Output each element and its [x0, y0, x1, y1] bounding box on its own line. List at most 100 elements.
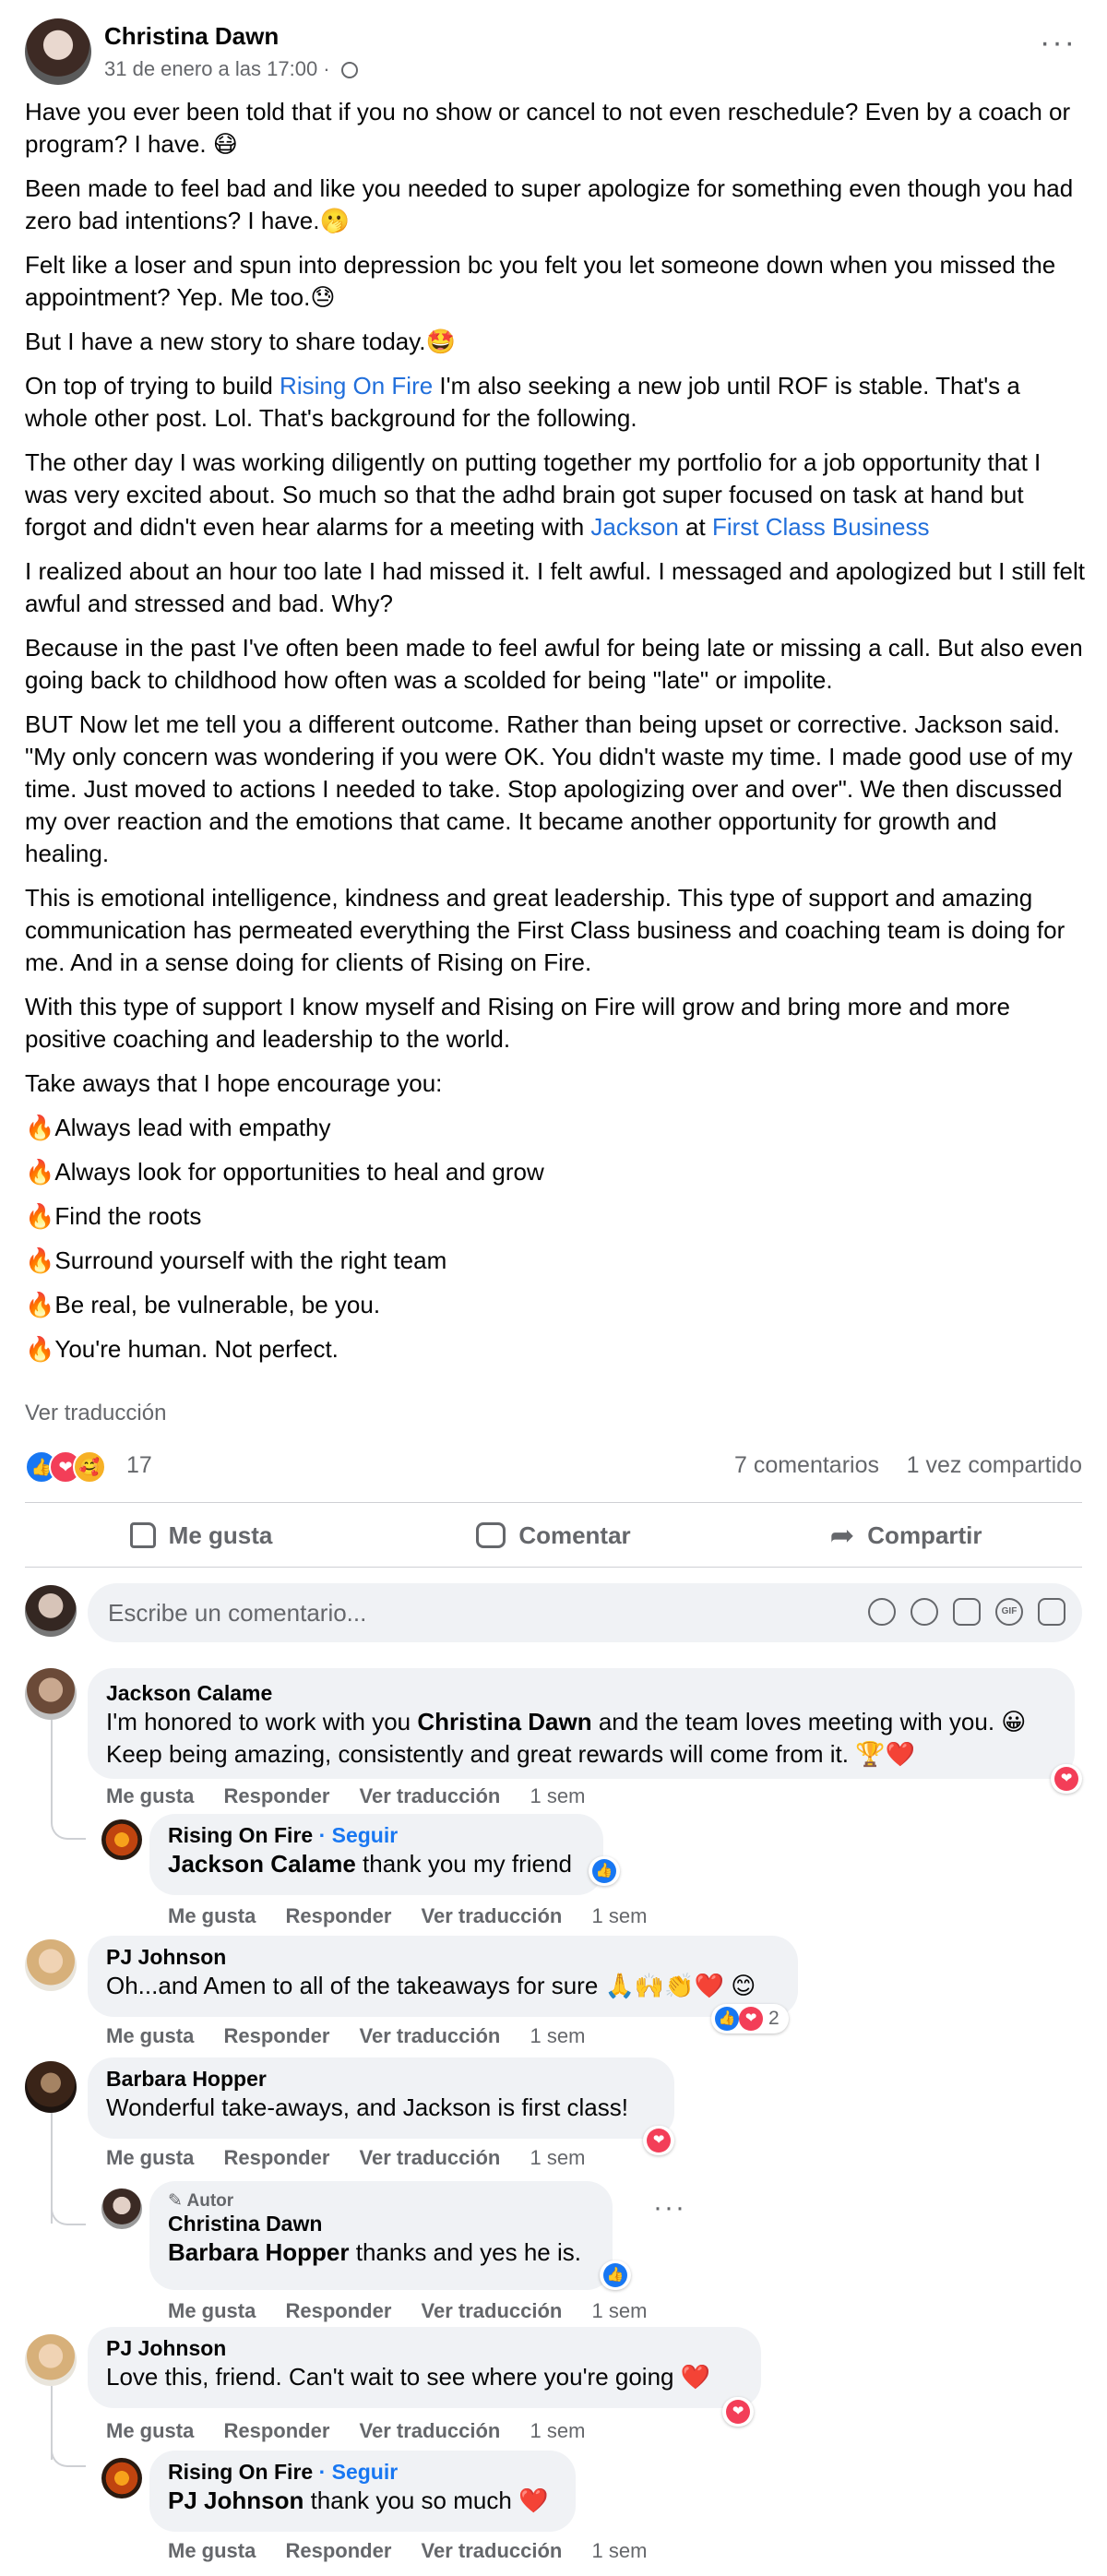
reply-link[interactable]: Responder: [223, 1784, 329, 1807]
post-timestamp[interactable]: 31 de enero a las 17:00 ·: [104, 57, 330, 80]
commenter-name[interactable]: Jackson Calame: [106, 1681, 1056, 1706]
more-options-button[interactable]: ···: [1034, 24, 1082, 61]
like-comment-link[interactable]: Me gusta: [168, 1904, 256, 1927]
like-comment-link[interactable]: Me gusta: [168, 2539, 256, 2562]
commenter-name[interactable]: Barbara Hopper: [106, 2067, 656, 2092]
thumbs-up-icon: [129, 1522, 156, 1548]
avatar-sticker-icon[interactable]: [868, 1598, 896, 1626]
comment-icon: [476, 1522, 506, 1548]
avatar[interactable]: [25, 1939, 77, 1991]
comment-reactions[interactable]: ❤: [643, 2126, 674, 2155]
comment-time[interactable]: 1 sem: [530, 2024, 586, 2047]
comment-time[interactable]: 1 sem: [592, 2539, 648, 2562]
sticker-icon[interactable]: [1038, 1598, 1065, 1626]
like-comment-link[interactable]: Me gusta: [106, 2024, 194, 2047]
follow-link[interactable]: · Seguir: [319, 1823, 399, 1847]
comment-time[interactable]: 1 sem: [530, 1784, 586, 1807]
avatar[interactable]: [25, 2061, 77, 2113]
post-header: Christina Dawn 31 de enero a las 17:00 ·…: [25, 18, 1082, 89]
translate-link[interactable]: Ver traducción: [360, 1784, 501, 1807]
reply-link[interactable]: Responder: [285, 2539, 391, 2562]
comment-reactions[interactable]: ❤: [1051, 1764, 1082, 1794]
commenter-name[interactable]: Rising On Fire: [168, 2460, 313, 2484]
shares-count[interactable]: 1 vez compartido: [907, 1452, 1082, 1479]
reply-link[interactable]: Responder: [223, 2024, 329, 2047]
commenter-name[interactable]: Christina Dawn: [168, 2212, 594, 2236]
avatar[interactable]: [101, 1819, 142, 1860]
reply-link[interactable]: Responder: [223, 2146, 329, 2169]
current-user-avatar[interactable]: [25, 1585, 77, 1637]
reply-link[interactable]: Responder: [223, 2419, 329, 2442]
see-translation-link[interactable]: Ver traducción: [25, 1401, 166, 1426]
author-avatar[interactable]: [25, 18, 91, 85]
author-name[interactable]: Christina Dawn: [104, 22, 279, 51]
commenter-name[interactable]: PJ Johnson: [106, 1945, 780, 1970]
avatar[interactable]: [101, 2188, 142, 2229]
comment-reactions[interactable]: ❤: [722, 2397, 754, 2427]
takeaway-item: 🔥Always lead with empathy: [25, 1112, 1086, 1144]
comment-bubble: PJ Johnson Love this, friend. Can't wait…: [88, 2327, 761, 2408]
reply-link[interactable]: Responder: [285, 2299, 391, 2322]
comments-count[interactable]: 7 comentarios: [734, 1452, 879, 1479]
camera-icon[interactable]: [953, 1598, 981, 1626]
comment-time[interactable]: 1 sem: [592, 1904, 648, 1927]
comment-text: I'm honored to work with you Christina D…: [106, 1706, 1056, 1771]
post-body: Have you ever been told that if you no s…: [25, 96, 1086, 1377]
first-class-business-link[interactable]: First Class Business: [712, 513, 930, 541]
like-button[interactable]: Me gusta: [25, 1506, 377, 1565]
post-paragraph: BUT Now let me tell you a different outc…: [25, 710, 1073, 867]
mention[interactable]: Barbara Hopper: [168, 2238, 350, 2266]
post-paragraph: Take aways that I hope encourage you:: [25, 1069, 443, 1097]
commenter-name[interactable]: Rising On Fire: [168, 1823, 313, 1847]
mention[interactable]: Jackson Calame: [168, 1850, 356, 1878]
like-comment-link[interactable]: Me gusta: [106, 2419, 194, 2442]
jackson-link[interactable]: Jackson: [590, 513, 678, 541]
comment-reactions[interactable]: 👍: [600, 2260, 631, 2290]
comment-reactions[interactable]: 👍 ❤ 2: [711, 2004, 789, 2033]
mention[interactable]: Christina Dawn: [417, 1708, 591, 1735]
translate-link[interactable]: Ver traducción: [360, 2024, 501, 2047]
fire-icon: 🔥: [25, 1335, 55, 1363]
like-comment-link[interactable]: Me gusta: [106, 2146, 194, 2169]
translate-link[interactable]: Ver traducción: [360, 2146, 501, 2169]
comment-button[interactable]: Comentar: [377, 1506, 730, 1565]
commenter-name[interactable]: PJ Johnson: [106, 2336, 743, 2361]
post-paragraph: The other day I was working diligently o…: [25, 447, 1086, 543]
comment-time[interactable]: 1 sem: [530, 2419, 586, 2442]
reply-link[interactable]: Responder: [285, 1904, 391, 1927]
takeaway-item: 🔥Always look for opportunities to heal a…: [25, 1156, 1086, 1188]
translate-link[interactable]: Ver traducción: [422, 2299, 563, 2322]
comment-time[interactable]: 1 sem: [530, 2146, 586, 2169]
translate-link[interactable]: Ver traducción: [360, 2419, 501, 2442]
comment-actions: Me gusta Responder Ver traducción 1 sem: [106, 1784, 609, 1808]
like-comment-link[interactable]: Me gusta: [106, 1784, 194, 1807]
avatar[interactable]: [25, 1668, 77, 1720]
reactions-summary: 👍 ❤ 🥰 17 7 comentarios 1 vez compartido: [25, 1449, 1082, 1485]
comment-label: Comentar: [518, 1521, 631, 1549]
comment-text: Jackson Calame thank you my friend: [168, 1848, 585, 1880]
like-comment-link[interactable]: Me gusta: [168, 2299, 256, 2322]
avatar[interactable]: [101, 2458, 142, 2498]
thread-connector: [51, 2428, 86, 2467]
post-paragraph: I realized about an hour too late I had …: [25, 557, 1086, 617]
comment-reactions[interactable]: 👍: [589, 1856, 620, 1886]
like-label: Me gusta: [168, 1521, 273, 1549]
follow-link[interactable]: · Seguir: [319, 2460, 399, 2484]
comment-actions: Me gusta Responder Ver traducción 1 sem: [106, 2024, 609, 2048]
post-paragraph: Been made to feel bad and like you neede…: [25, 174, 1074, 234]
post-paragraph: Have you ever been told that if you no s…: [25, 98, 1071, 158]
facebook-post-page: Christina Dawn 31 de enero a las 17:00 ·…: [0, 0, 1107, 2576]
share-button[interactable]: ➦ Compartir: [730, 1506, 1082, 1565]
comment-time[interactable]: 1 sem: [592, 2299, 648, 2322]
emoji-icon[interactable]: [911, 1598, 938, 1626]
translate-link[interactable]: Ver traducción: [422, 2539, 563, 2562]
text-span: I'm honored to work with you: [106, 1708, 418, 1735]
comment-options-button[interactable]: ···: [653, 2192, 686, 2224]
mention[interactable]: PJ Johnson: [168, 2487, 304, 2514]
comment-input[interactable]: Escribe un comentario... GIF: [88, 1583, 1082, 1642]
reaction-count[interactable]: 17: [126, 1452, 152, 1479]
gif-icon[interactable]: GIF: [995, 1598, 1023, 1626]
avatar[interactable]: [25, 2334, 77, 2386]
rising-on-fire-link[interactable]: Rising On Fire: [280, 372, 433, 400]
translate-link[interactable]: Ver traducción: [422, 1904, 563, 1927]
